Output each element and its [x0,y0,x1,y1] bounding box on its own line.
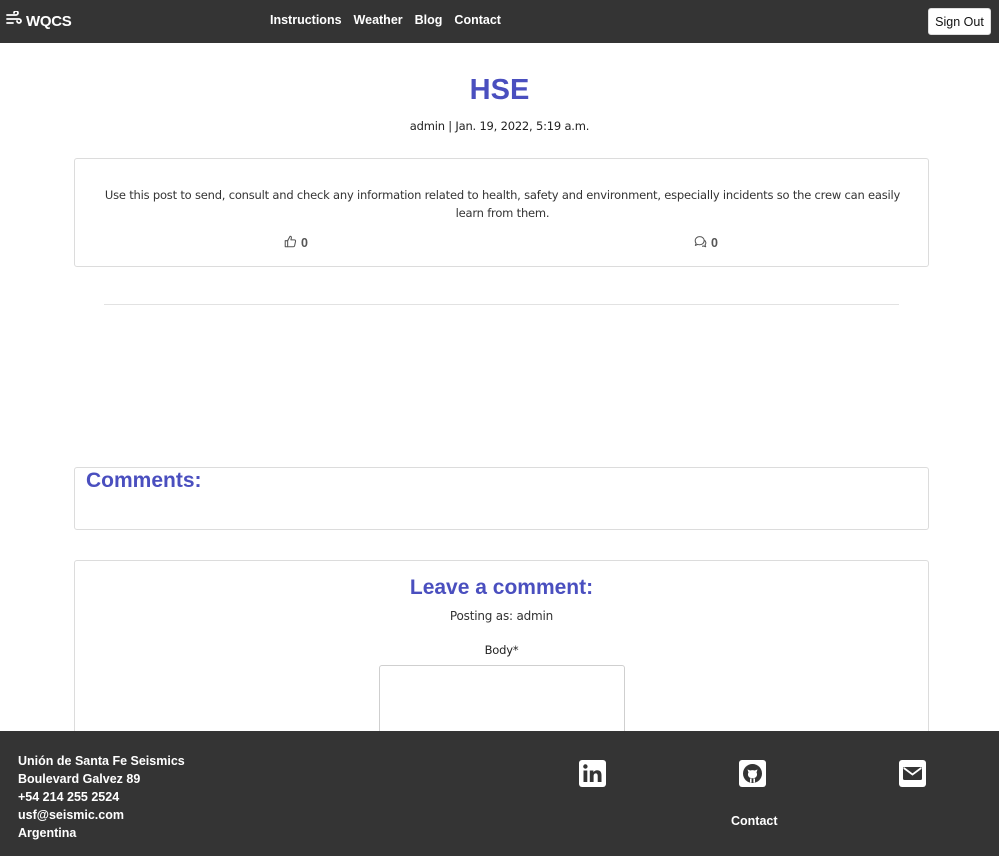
footer-address: Unión de Santa Fe Seismics Boulevard Gal… [18,752,185,842]
country: Argentina [18,826,77,840]
chat-bubbles-icon [694,235,707,251]
divider [104,304,899,305]
leave-comment-card: Leave a comment: Posting as: admin Body* [74,560,929,760]
post-title: HSE [469,74,530,106]
wave-icon [6,10,22,31]
thumbs-up-icon [284,235,297,251]
brand-logo[interactable]: WQCS [6,10,72,31]
nav-links: Instructions Weather Blog Contact [270,13,501,27]
like-button[interactable]: 0 [284,235,308,251]
post-card: Use this post to send, consult and check… [74,158,929,267]
comments-title: Comments: [86,469,202,492]
company-name: Unión de Santa Fe Seismics [18,754,185,768]
comment-count: 0 [711,236,718,250]
sign-out-button[interactable]: Sign Out [928,8,991,35]
comments-card: Comments: [74,467,929,530]
email-address: usf@seismic.com [18,808,124,822]
leave-comment-title: Leave a comment: [409,576,594,599]
like-count: 0 [301,236,308,250]
nav-instructions[interactable]: Instructions [270,13,342,27]
posting-as-text: Posting as: admin [449,609,554,623]
phone-number: +54 214 255 2524 [18,790,120,804]
post-meta: admin | Jan. 19, 2022, 5:19 a.m. [409,119,590,133]
footer-contact-link[interactable]: Contact [731,814,778,828]
linkedin-icon[interactable] [579,760,606,787]
envelope-icon[interactable] [899,760,926,787]
footer: Unión de Santa Fe Seismics Boulevard Gal… [0,731,999,856]
brand-name: WQCS [26,12,72,30]
github-icon[interactable] [739,760,766,787]
comment-count-indicator: 0 [694,235,718,251]
navbar: WQCS Instructions Weather Blog Contact S… [0,0,999,43]
street-address: Boulevard Galvez 89 [18,772,141,786]
body-label: Body* [484,643,519,657]
post-body: Use this post to send, consult and check… [104,188,901,220]
nav-contact[interactable]: Contact [454,13,501,27]
nav-blog[interactable]: Blog [415,13,443,27]
nav-weather[interactable]: Weather [354,13,403,27]
